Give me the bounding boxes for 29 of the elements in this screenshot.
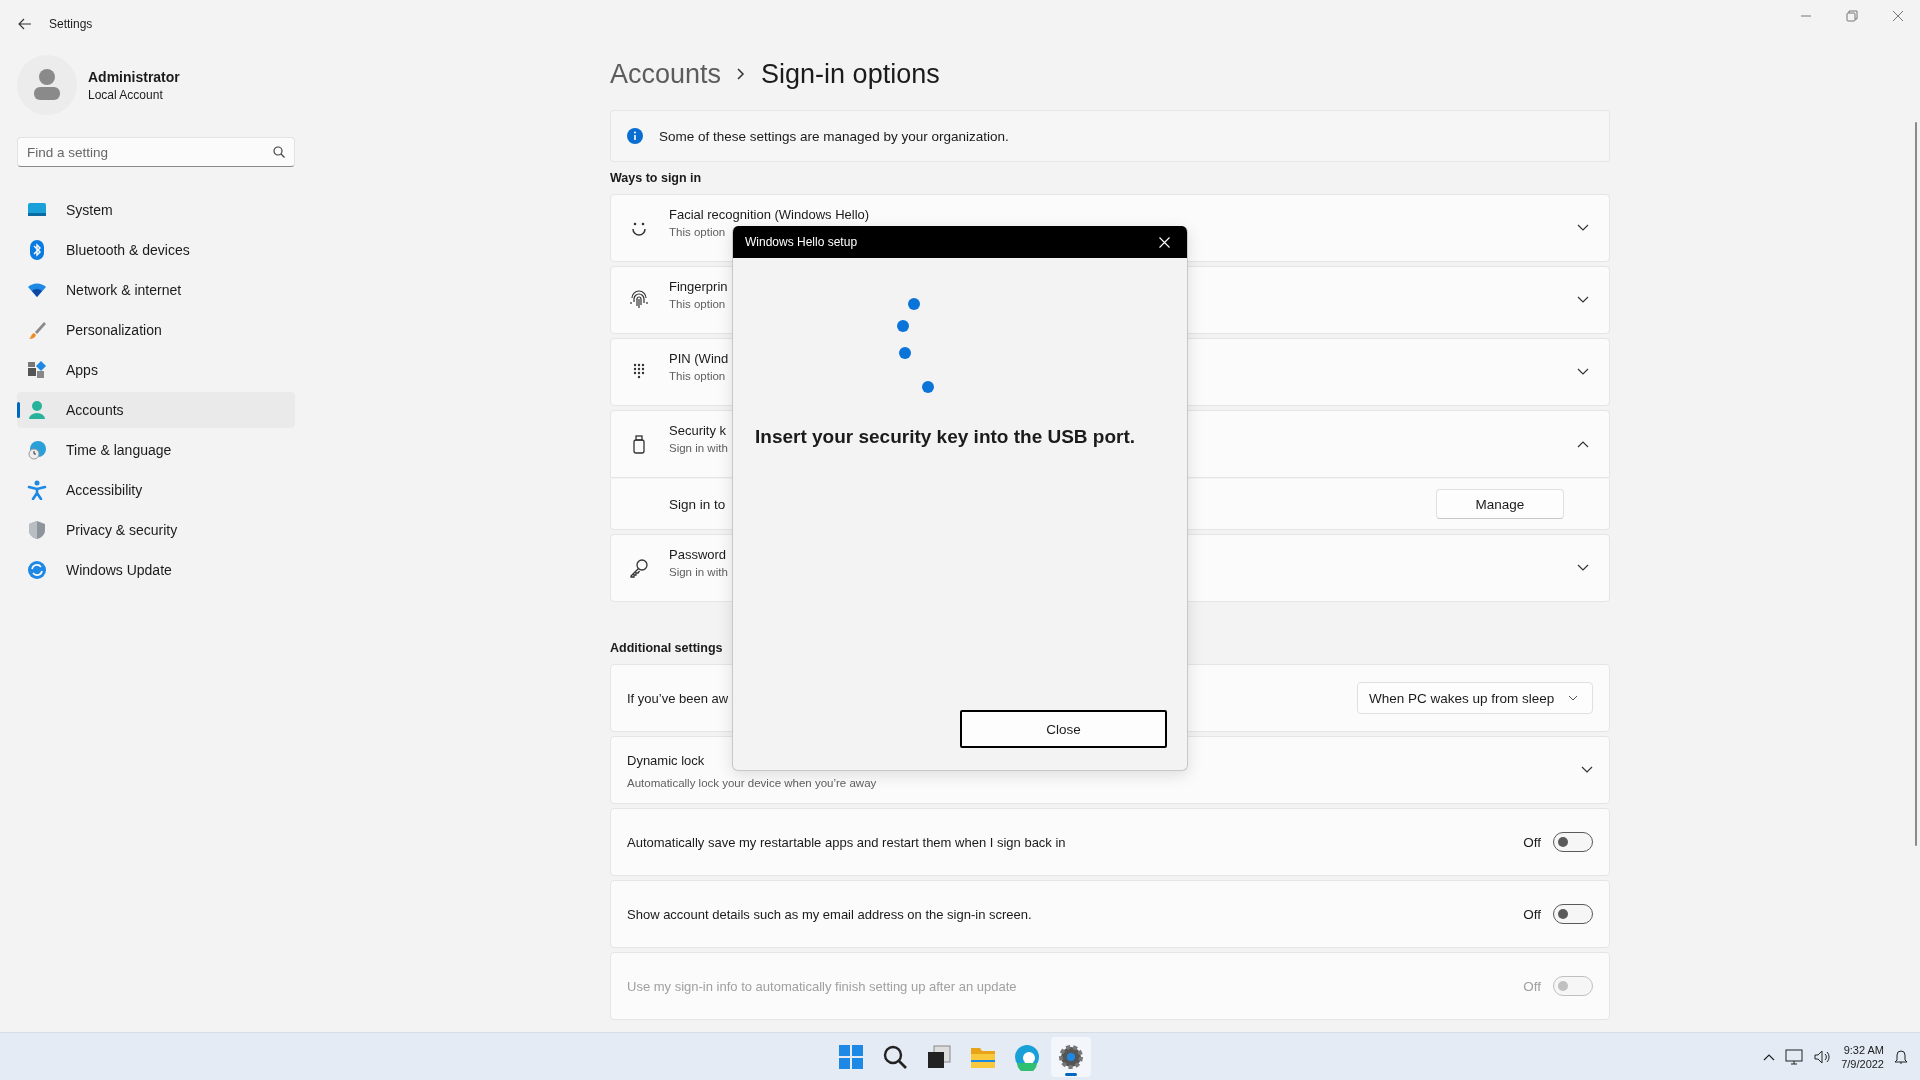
dialog-message: Insert your security key into the USB port. xyxy=(755,426,1136,448)
account-name: Administrator xyxy=(88,68,180,85)
setting-title: Automatically save my restartable apps and restart them when I sign back in xyxy=(627,834,1066,850)
notice-text: Some of these settings are managed by your organization. xyxy=(659,128,1009,144)
toggle-state: Off xyxy=(1523,906,1541,922)
setting-title: If you’ve been aw xyxy=(627,690,729,706)
setting-title: Fingerprin xyxy=(669,279,728,294)
setting-title: Use my sign-in info to automatically finish setting up after an update xyxy=(627,978,1017,994)
toggle-state: Off xyxy=(1523,978,1541,994)
setting-description: This option xyxy=(669,225,726,239)
window-title: Settings xyxy=(49,17,93,31)
setting-description: Automatically lock your device when you’re away xyxy=(627,776,877,790)
setting-title: Security k xyxy=(669,423,727,438)
account-type: Local Account xyxy=(88,87,164,102)
setting-title: PIN (Wind xyxy=(669,351,729,366)
setting-description: This option xyxy=(669,297,726,311)
setting-title: Show account details such as my email address on the sign-in screen. xyxy=(627,906,1032,922)
detail-label: Sign in to xyxy=(669,496,727,512)
setting-description: Sign in with xyxy=(669,441,728,455)
setting-description: Sign in with xyxy=(669,565,728,579)
setting-title: Password xyxy=(669,547,727,562)
dialog-title: Windows Hello setup xyxy=(745,235,858,249)
section-heading: Ways to sign in xyxy=(610,170,703,187)
toggle-state: Off xyxy=(1523,834,1541,850)
setting-title: Dynamic lock xyxy=(627,753,705,768)
section-heading: Additional settings xyxy=(610,640,724,657)
page-title: Sign-in options xyxy=(761,58,940,90)
setting-title: Facial recognition (Windows Hello) xyxy=(669,207,870,222)
setting-description: This option xyxy=(669,369,726,383)
